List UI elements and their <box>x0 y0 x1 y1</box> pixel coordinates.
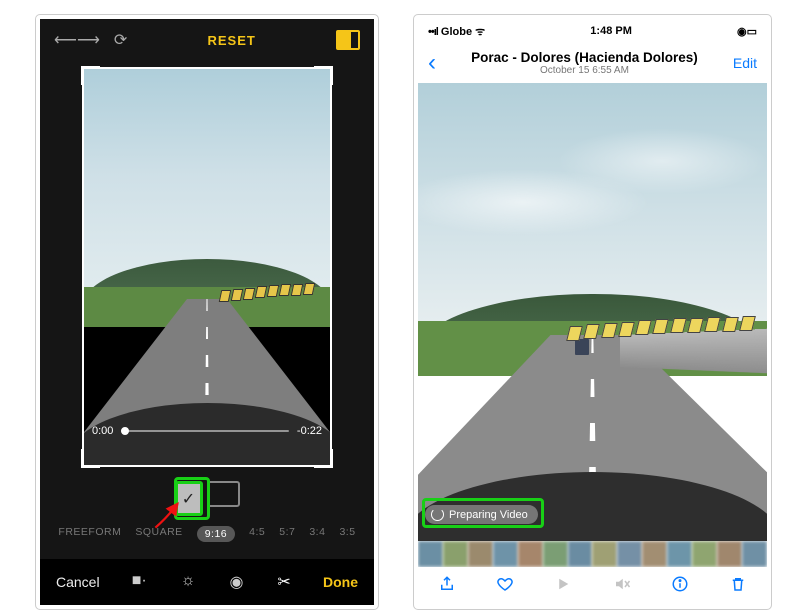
share-icon[interactable] <box>438 575 456 599</box>
ratio-5-7[interactable]: 5:7 <box>279 526 295 542</box>
adjust-tool-icon[interactable]: ☼ <box>181 572 196 592</box>
orientation-landscape-button[interactable] <box>207 481 240 507</box>
preparing-video-badge: Preparing Video <box>425 505 538 524</box>
ratio-square[interactable]: SQUARE <box>135 526 182 542</box>
rotate-icon[interactable]: ⟳ <box>114 30 127 50</box>
info-icon[interactable] <box>671 575 689 599</box>
status-bar: ••ıl Globe ᯤ 1:48 PM ◉▭ <box>418 19 767 43</box>
edit-button[interactable]: Edit <box>733 55 757 71</box>
vehicle-on-road <box>575 339 589 355</box>
crop-tool-icon[interactable]: ✂ <box>277 572 290 592</box>
road-chevrons <box>568 317 760 340</box>
done-button[interactable]: Done <box>323 574 358 590</box>
status-time: 1:48 PM <box>590 25 632 37</box>
status-carrier: ••ıl Globe ᯤ <box>428 24 485 39</box>
delete-icon[interactable] <box>729 575 747 599</box>
aspect-ratio-icon[interactable] <box>336 30 360 50</box>
orientation-portrait-button[interactable]: ✓ <box>175 481 203 516</box>
reset-button[interactable]: RESET <box>207 33 255 48</box>
thumbnail-strip[interactable] <box>418 541 767 567</box>
viewer-toolbar <box>418 567 767 607</box>
phone-photo-viewer: ••ıl Globe ᯤ 1:48 PM ◉▭ ‹ Porac - Dolore… <box>414 15 771 609</box>
photo-title: Porac - Dolores (Hacienda Dolores) <box>436 50 733 65</box>
orientation-toggle: ✓ <box>40 481 374 516</box>
video-tool-icon[interactable]: ■· <box>132 572 147 592</box>
aspect-ratio-row: FREEFORM SQUARE 9:16 4:5 5:7 3:4 3:5 <box>40 526 374 542</box>
ratio-9-16[interactable]: 9:16 <box>197 526 235 542</box>
editor-bottom-bar: Cancel ■· ☼ ◉ ✂ Done <box>40 559 374 605</box>
photo-subtitle: October 15 6:55 AM <box>436 65 733 76</box>
favorite-icon[interactable] <box>496 575 514 599</box>
ratio-3-4[interactable]: 3:4 <box>309 526 325 542</box>
crop-frame[interactable] <box>82 67 332 467</box>
crop-canvas[interactable]: 0:00 -0:22 <box>82 67 332 467</box>
phone-crop-editor: ⟵⟶ ⟳ RESET 0:00 -0:22 ✓ <box>36 15 378 609</box>
editor-top-bar: ⟵⟶ ⟳ RESET <box>40 19 374 61</box>
photo-viewport[interactable]: Preparing Video <box>418 83 767 541</box>
status-battery: ◉▭ <box>737 25 757 38</box>
back-button[interactable]: ‹ <box>428 49 436 77</box>
play-icon[interactable] <box>554 575 572 599</box>
ratio-freeform[interactable]: FREEFORM <box>58 526 121 542</box>
wifi-icon: ᯤ <box>475 26 485 38</box>
cancel-button[interactable]: Cancel <box>56 574 100 590</box>
ratio-4-5[interactable]: 4:5 <box>249 526 265 542</box>
checkmark-icon: ✓ <box>182 489 195 509</box>
spinner-icon <box>431 508 444 521</box>
ratio-3-5[interactable]: 3:5 <box>339 526 355 542</box>
filters-tool-icon[interactable]: ◉ <box>229 572 243 592</box>
mute-icon[interactable] <box>613 575 631 599</box>
nav-bar: ‹ Porac - Dolores (Hacienda Dolores) Oct… <box>418 43 767 83</box>
flip-horizontal-icon[interactable]: ⟵⟶ <box>54 30 100 50</box>
